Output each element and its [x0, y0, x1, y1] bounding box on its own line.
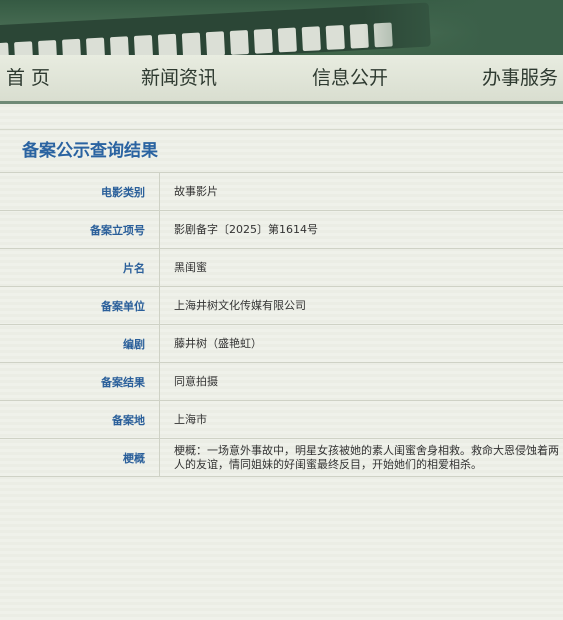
table-row: 备案立项号 影剧备字〔2025〕第1614号 [0, 210, 563, 249]
table-row: 备案单位 上海井树文化传媒有限公司 [0, 286, 563, 325]
field-label: 电影类别 [0, 172, 160, 211]
field-label: 备案地 [0, 400, 160, 439]
table-row: 编剧 藤井树（盛艳虹） [0, 324, 563, 363]
field-label: 梗概 [0, 438, 160, 477]
field-value: 藤井树（盛艳虹） [159, 324, 563, 363]
title-row: 备案公示查询结果 [0, 129, 563, 174]
header-banner [0, 0, 563, 55]
field-value: 上海市 [159, 400, 563, 439]
nav-item-news[interactable]: 新闻资讯 [141, 55, 217, 101]
table-row: 电影类别 故事影片 [0, 172, 563, 211]
field-value: 影剧备字〔2025〕第1614号 [159, 210, 563, 249]
field-value: 梗概：一场意外事故中，明星女孩被她的素人闺蜜舍身相救。救命大恩侵蚀着两人的友谊，… [159, 438, 563, 477]
main-content: 备案公示查询结果 电影类别 故事影片 备案立项号 影剧备字〔2025〕第1614… [0, 104, 563, 620]
main-nav: 首 页 新闻资讯 信息公开 办事服务 [0, 55, 563, 104]
record-table: 电影类别 故事影片 备案立项号 影剧备字〔2025〕第1614号 片名 黑闺蜜 … [0, 172, 563, 477]
field-value: 上海井树文化传媒有限公司 [159, 286, 563, 325]
page-title: 备案公示查询结果 [22, 141, 158, 161]
field-label: 备案结果 [0, 362, 160, 401]
nav-item-info-disclosure[interactable]: 信息公开 [312, 55, 388, 101]
nav-item-home[interactable]: 首 页 [6, 55, 50, 101]
table-row: 梗概 梗概：一场意外事故中，明星女孩被她的素人闺蜜舍身相救。救命大恩侵蚀着两人的… [0, 438, 563, 477]
field-label: 片名 [0, 248, 160, 287]
table-row: 备案地 上海市 [0, 400, 563, 439]
field-value: 故事影片 [159, 172, 563, 211]
field-label: 编剧 [0, 324, 160, 363]
nav-item-services[interactable]: 办事服务 [482, 55, 558, 101]
field-label: 备案立项号 [0, 210, 160, 249]
field-value: 同意拍摄 [159, 362, 563, 401]
field-value: 黑闺蜜 [159, 248, 563, 287]
table-row: 备案结果 同意拍摄 [0, 362, 563, 401]
field-label: 备案单位 [0, 286, 160, 325]
table-row: 片名 黑闺蜜 [0, 248, 563, 287]
